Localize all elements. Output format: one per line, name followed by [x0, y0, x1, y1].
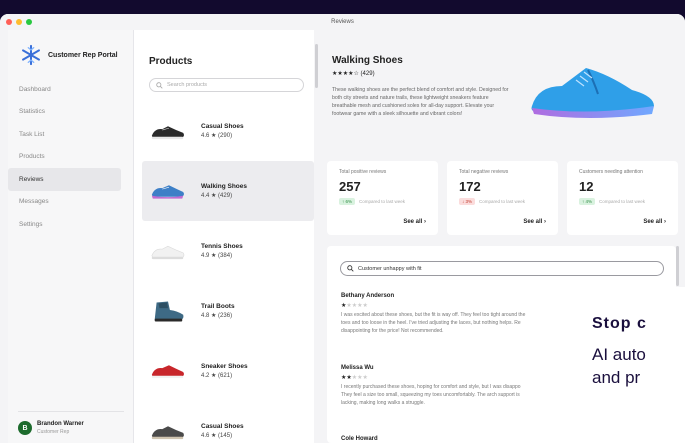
stat-value: 172	[459, 179, 481, 194]
product-name: Casual Shoes	[201, 423, 244, 430]
sidebar-item-dashboard[interactable]: Dashboard	[8, 78, 121, 101]
products-scrollbar[interactable]	[315, 44, 318, 88]
product-rating: 4.6 ★ (145)	[201, 433, 233, 439]
delta-badge: ↑ 4%	[579, 198, 596, 205]
sidebar-item-messages[interactable]: Messages	[8, 191, 121, 214]
snowflake-logo-icon	[22, 44, 40, 66]
list-item[interactable]: Casual Shoes 4.6 ★ (145)	[142, 401, 314, 443]
review-search-value: Customer unhappy with fit	[358, 265, 422, 272]
product-name: Walking Shoes	[201, 183, 247, 190]
stat-label: Total negative reviews	[459, 169, 509, 175]
stats-row: Total positive reviews 257 ↑ 6% Compared …	[327, 161, 678, 235]
walking-shoe-hero-image	[531, 68, 654, 118]
review-search-input[interactable]: Customer unhappy with fit	[340, 261, 664, 276]
brand-name: Customer Rep Portal	[48, 51, 118, 59]
product-list: Casual Shoes 4.6 ★ (290) Walking Shoes 4.4…	[142, 101, 314, 443]
stat-card-positive: Total positive reviews 257 ↑ 6% Compared …	[327, 161, 438, 235]
product-name: Casual Shoes	[201, 123, 244, 130]
sidebar-item-products[interactable]: Products	[8, 146, 121, 169]
product-rating: 4.4 ★ (429)	[201, 193, 233, 199]
user-profile[interactable]: B Brandon Warner Customer Rep	[18, 411, 124, 443]
delta-badge: ↑ 6%	[339, 198, 356, 205]
product-name: Tennis Shoes	[201, 243, 243, 250]
window-controls	[6, 19, 32, 25]
see-all-link[interactable]: See all ›	[403, 219, 426, 225]
delta-badge: ↓ 3%	[459, 198, 476, 205]
delta-note: Compared to last week	[479, 199, 526, 204]
search-icon	[347, 265, 354, 272]
close-window-button[interactable]	[6, 19, 12, 25]
sidebar-item-statistics[interactable]: Statistics	[8, 101, 121, 124]
promo-card: Stop c AI auto and pr	[578, 287, 685, 443]
stat-value: 12	[579, 179, 594, 194]
product-detail-title: Walking Shoes	[332, 55, 403, 66]
user-name: Brandon Warner	[37, 421, 84, 427]
trail-boot-image	[154, 301, 184, 322]
delta-note: Compared to last week	[359, 199, 406, 204]
see-all-link[interactable]: See all ›	[523, 219, 546, 225]
delta-note: Compared to last week	[599, 199, 646, 204]
product-rating: 4.6 ★ (290)	[201, 133, 233, 139]
see-all-link[interactable]: See all ›	[643, 219, 666, 225]
product-name: Sneaker Shoes	[201, 363, 248, 370]
window-title: Reviews	[331, 19, 354, 25]
casual-shoe-image	[151, 126, 184, 140]
list-item[interactable]: Walking Shoes 4.4 ★ (429)	[142, 161, 314, 221]
list-item[interactable]: Tennis Shoes 4.9 ★ (384)	[142, 221, 314, 281]
list-item[interactable]: Casual Shoes 4.6 ★ (290)	[142, 101, 314, 161]
user-role: Customer Rep	[37, 429, 70, 435]
products-title: Products	[149, 56, 193, 67]
stars-empty: ★★★★	[346, 303, 368, 309]
product-rating: 4.2 ★ (621)	[201, 373, 233, 379]
minimize-window-button[interactable]	[16, 19, 22, 25]
search-icon	[156, 81, 163, 89]
product-search-placeholder: Search products	[167, 82, 208, 88]
stat-label: Customers needing attention	[579, 169, 643, 175]
brand[interactable]: Customer Rep Portal	[8, 30, 133, 72]
avatar: B	[18, 421, 32, 435]
walking-shoe-image	[151, 185, 184, 199]
promo-text: AI auto	[592, 345, 646, 364]
stat-label: Total positive reviews	[339, 169, 387, 175]
sidebar-item-reviews[interactable]: Reviews	[8, 168, 121, 191]
promo-title: Stop c	[592, 315, 647, 332]
product-name: Trail Boots	[201, 303, 235, 310]
maximize-window-button[interactable]	[26, 19, 32, 25]
sidebar-nav: Dashboard Statistics Task List Products …	[8, 78, 133, 236]
list-item[interactable]: Sneaker Shoes 4.2 ★ (621)	[142, 341, 314, 401]
casual-shoe-image	[151, 426, 184, 440]
product-description: These walking shoes are the perfect blen…	[332, 87, 509, 117]
product-rating: 4.8 ★ (236)	[201, 313, 233, 319]
stat-value: 257	[339, 179, 361, 194]
product-detail-rating: ★★★★☆ (429)	[332, 71, 375, 77]
list-item[interactable]: Trail Boots 4.8 ★ (236)	[142, 281, 314, 341]
sidebar: Customer Rep Portal Dashboard Statistics…	[8, 30, 134, 443]
products-panel: Products Search products Casual Shoes 4.6…	[134, 30, 314, 443]
product-rating: 4.9 ★ (384)	[201, 253, 233, 259]
sneaker-shoe-image	[151, 365, 184, 379]
tennis-shoe-image	[151, 245, 185, 260]
stat-card-attention: Customers needing attention 12 ↑ 4% Compa…	[567, 161, 678, 235]
promo-text: and pr	[592, 368, 641, 387]
sidebar-item-settings[interactable]: Settings	[8, 213, 121, 236]
stars-filled: ★★	[341, 375, 352, 381]
title-bar: Reviews	[0, 14, 685, 30]
stars-empty: ★★★	[351, 375, 368, 381]
reviews-scrollbar[interactable]	[676, 246, 679, 286]
stat-card-negative: Total negative reviews 172 ↓ 3% Compared …	[447, 161, 558, 235]
product-search-input[interactable]: Search products	[149, 78, 304, 92]
sidebar-item-task-list[interactable]: Task List	[8, 123, 121, 146]
